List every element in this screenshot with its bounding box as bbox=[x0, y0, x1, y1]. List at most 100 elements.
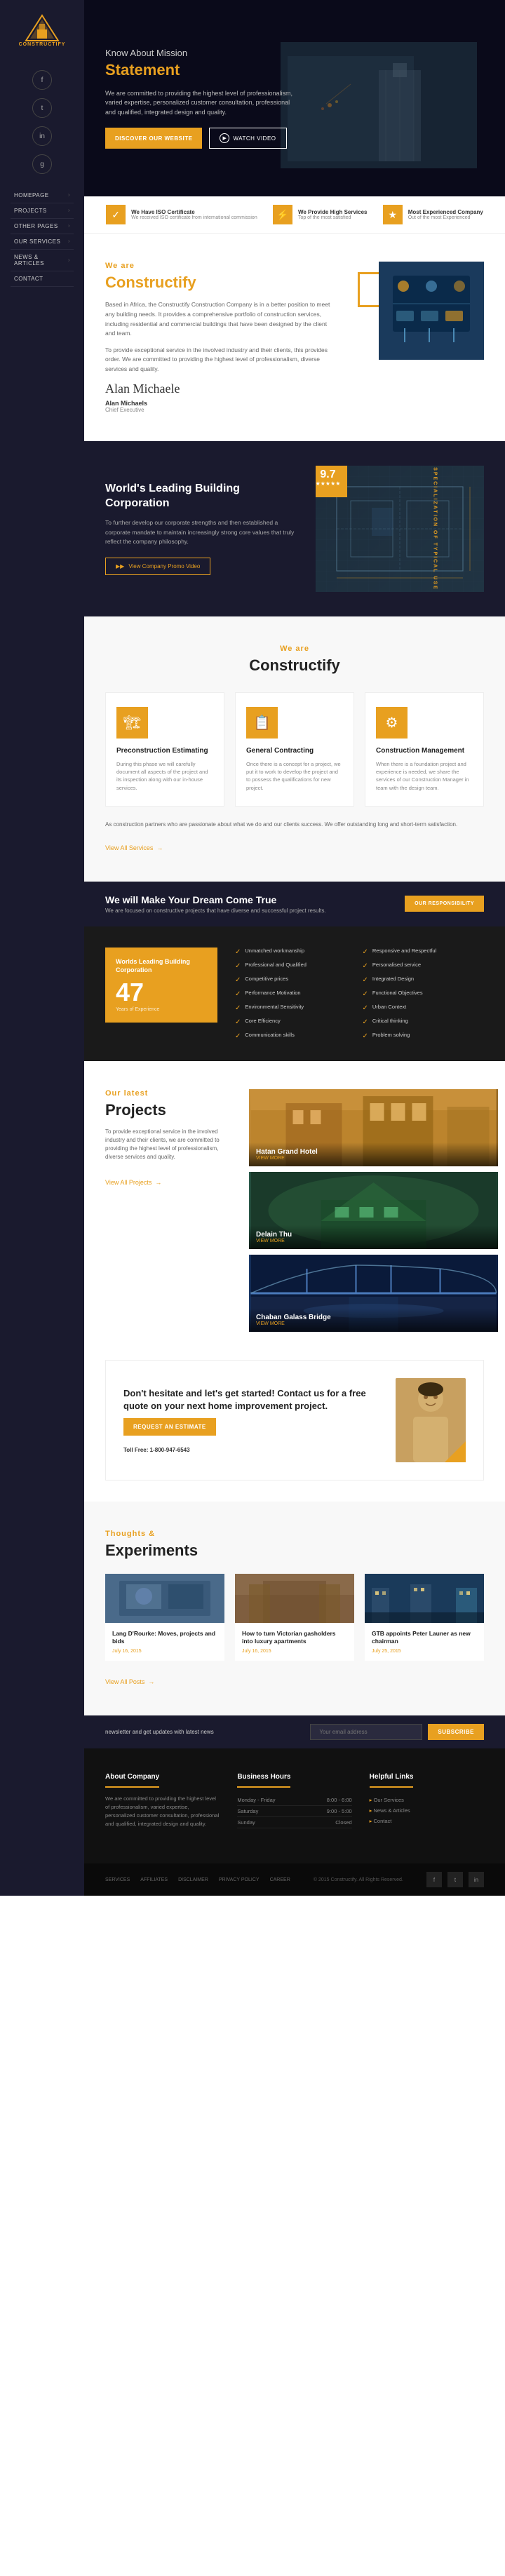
newsletter-bar: newsletter and get updates with latest n… bbox=[84, 1715, 505, 1748]
check-icon-14: ✓ bbox=[363, 1032, 368, 1040]
check-icon-12: ✓ bbox=[363, 1004, 368, 1012]
view-all-services-link[interactable]: View All Services bbox=[105, 844, 163, 851]
footer-linkedin-icon[interactable]: in bbox=[469, 1872, 484, 1887]
footer-hours-item-1: Monday - Friday 8:00 - 6:00 bbox=[237, 1795, 351, 1806]
footer-link-1[interactable]: Our Services bbox=[370, 1795, 484, 1805]
service-icon-1: 🏗 bbox=[116, 707, 148, 739]
whyus-item-7: ✓ Communication skills bbox=[235, 1032, 357, 1040]
footer-link-3[interactable]: Contact bbox=[370, 1816, 484, 1826]
footer-links: Helpful Links Our Services News & Articl… bbox=[370, 1769, 484, 1828]
project-link-1[interactable]: VIEW MORE bbox=[256, 1156, 491, 1161]
blog-section: Thoughts & Experiments bbox=[84, 1502, 505, 1715]
about-image bbox=[358, 262, 484, 374]
subscribe-button[interactable]: SUBSCRIBE bbox=[428, 1724, 484, 1740]
check-icon-5: ✓ bbox=[235, 1004, 241, 1012]
about-desc2: To provide exceptional service in the in… bbox=[105, 346, 337, 375]
whyus-item-12: ✓ Urban Context bbox=[363, 1004, 485, 1012]
facebook-icon[interactable]: f bbox=[32, 70, 52, 90]
stat-cert-label: We Have ISO Certificate bbox=[131, 209, 257, 215]
check-icon-9: ✓ bbox=[363, 962, 368, 970]
project-link-2[interactable]: VIEW MORE bbox=[256, 1239, 491, 1243]
about-section: We are Constructify Based in Africa, the… bbox=[84, 234, 505, 441]
whyus-text-11: Functional Objectives bbox=[372, 990, 423, 997]
project-card-3: Chaban Galass Bridge VIEW MORE bbox=[249, 1255, 498, 1332]
nav-homepage[interactable]: HOMEPAGE › bbox=[11, 188, 74, 203]
footer-bottom-link-4[interactable]: PRIVACY POLICY bbox=[219, 1877, 260, 1882]
hero-description: We are committed to providing the highes… bbox=[105, 89, 302, 118]
service-icon-3: ⚙ bbox=[376, 707, 408, 739]
project-overlay-2: Delain Thu VIEW MORE bbox=[249, 1225, 498, 1249]
nav-news[interactable]: NEWS & ARTICLES › bbox=[11, 250, 74, 271]
whyus-sub: Years of Experience bbox=[116, 1007, 207, 1012]
whyus-text-3: Competitive prices bbox=[245, 976, 288, 983]
nav-other-pages[interactable]: OTHER PAGES › bbox=[11, 219, 74, 234]
footer-link-2[interactable]: News & Articles bbox=[370, 1805, 484, 1816]
blog-content-3: GTB appoints Peter Launer as new chairma… bbox=[365, 1623, 484, 1661]
sig-title: Chief Executive bbox=[105, 407, 337, 413]
project-name-1: Hatan Grand Hotel bbox=[256, 1148, 491, 1156]
blog-date-1: July 16, 2015 bbox=[112, 1649, 217, 1654]
whyus-text-6: Core Efficiency bbox=[245, 1018, 280, 1025]
video-button[interactable]: ▶ View Company Promo Video bbox=[105, 558, 210, 575]
whyus-item-14: ✓ Problem solving bbox=[363, 1032, 485, 1040]
service-icon-2: 📋 bbox=[246, 707, 278, 739]
check-icon-10: ✓ bbox=[363, 976, 368, 984]
linkedin-icon[interactable]: in bbox=[32, 126, 52, 146]
google-icon[interactable]: g bbox=[32, 154, 52, 174]
stat-svc-desc: Top of the most satisfied bbox=[298, 215, 368, 220]
view-all-projects-link[interactable]: View All Projects bbox=[105, 1179, 161, 1186]
nav-contact[interactable]: CONTACT bbox=[11, 271, 74, 287]
video-icon: ▶ bbox=[116, 563, 124, 569]
projects-section: Our latest Projects To provide exception… bbox=[84, 1061, 505, 1360]
watch-video-button[interactable]: ▶ WATCH VIDEO bbox=[209, 128, 286, 149]
cta-triangle-accent bbox=[445, 1441, 466, 1462]
nav-menu: HOMEPAGE › PROJECTS › OTHER PAGES › OUR … bbox=[0, 188, 84, 287]
project-name-3: Chaban Galass Bridge bbox=[256, 1314, 491, 1321]
footer-hours-item-3: Sunday Closed bbox=[237, 1817, 351, 1828]
footer-bottom-link-2[interactable]: AFFILIATES bbox=[140, 1877, 168, 1882]
whyus-item-13: ✓ Critical thinking bbox=[363, 1018, 485, 1026]
check-icon-13: ✓ bbox=[363, 1018, 368, 1026]
service-title-2: General Contracting bbox=[246, 747, 343, 755]
responsibility-button[interactable]: OUR RESPONSIBILITY bbox=[405, 896, 484, 912]
stat-services: ⚡ We Provide High Services Top of the mo… bbox=[273, 205, 368, 224]
logo-icon bbox=[25, 14, 60, 42]
whyus-section: Worlds Leading Building Corporation 47 Y… bbox=[84, 926, 505, 1061]
nav-projects[interactable]: PROJECTS › bbox=[11, 203, 74, 219]
corporate-desc: To further develop our corporate strengt… bbox=[105, 518, 295, 547]
view-all-posts-link[interactable]: View All Posts bbox=[105, 1678, 154, 1685]
footer-about: About Company We are committed to provid… bbox=[105, 1769, 220, 1828]
about-title: Constructify bbox=[105, 274, 337, 292]
twitter-icon[interactable]: t bbox=[32, 98, 52, 118]
whyus-card: Worlds Leading Building Corporation 47 Y… bbox=[105, 948, 217, 1023]
footer-facebook-icon[interactable]: f bbox=[426, 1872, 442, 1887]
side-label: SPECIALIZATION OF TYPICAL USE bbox=[433, 467, 438, 591]
whyus-item-1: ✓ Unmatched workmanship bbox=[235, 948, 357, 956]
footer-bottom-link-5[interactable]: CAREER bbox=[270, 1877, 290, 1882]
blog-card-3: GTB appoints Peter Launer as new chairma… bbox=[365, 1574, 484, 1661]
hero-buttons: DISCOVER OUR WEBSITE ▶ WATCH VIDEO bbox=[105, 128, 302, 149]
social-icons: f t in g bbox=[32, 70, 52, 174]
service-title-1: Preconstruction Estimating bbox=[116, 747, 213, 755]
whyus-item-5: ✓ Environmental Sensitivity bbox=[235, 1004, 357, 1012]
footer-bottom-link-1[interactable]: SERVICES bbox=[105, 1877, 130, 1882]
check-icon-8: ✓ bbox=[363, 948, 368, 956]
signature: Alan Michaele bbox=[105, 382, 337, 396]
projects-subtitle: Our latest bbox=[105, 1089, 231, 1098]
estimate-button[interactable]: REQUEST AN ESTIMATE bbox=[123, 1418, 216, 1436]
whyus-text-7: Communication skills bbox=[245, 1032, 294, 1039]
newsletter-input[interactable] bbox=[310, 1724, 422, 1740]
blog-title-3: GTB appoints Peter Launer as new chairma… bbox=[372, 1630, 477, 1645]
whyus-text-9: Personalised service bbox=[372, 962, 421, 969]
experience-icon: ★ bbox=[383, 205, 403, 224]
stats-bar: ✓ We Have ISO Certificate We received IS… bbox=[84, 196, 505, 234]
discover-button[interactable]: DISCOVER OUR WEBSITE bbox=[105, 128, 202, 149]
projects-left: Our latest Projects To provide exception… bbox=[105, 1089, 231, 1332]
cta-text: Don't hesitate and let's get started! Co… bbox=[123, 1387, 382, 1453]
whyus-item-9: ✓ Personalised service bbox=[363, 962, 485, 970]
project-link-3[interactable]: VIEW MORE bbox=[256, 1321, 491, 1326]
footer-bottom-link-3[interactable]: DISCLAIMER bbox=[178, 1877, 208, 1882]
logo[interactable]: CONSTRUCTIFY bbox=[18, 14, 67, 56]
nav-services[interactable]: OUR SERVICES › bbox=[11, 234, 74, 250]
footer-twitter-icon[interactable]: t bbox=[447, 1872, 463, 1887]
